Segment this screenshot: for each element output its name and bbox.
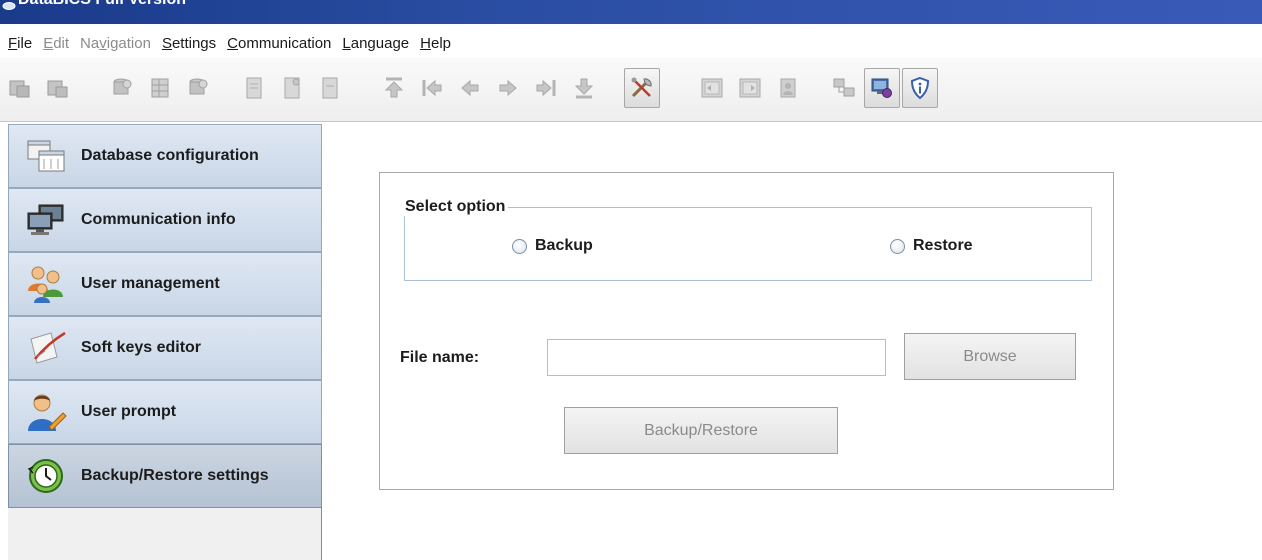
export-icon[interactable] — [732, 68, 768, 108]
sidebar-item-label: User prompt — [81, 403, 177, 420]
menu-edit[interactable]: Edit — [43, 35, 69, 52]
copy-record-icon[interactable] — [2, 68, 38, 108]
import-icon[interactable] — [694, 68, 730, 108]
tools-icon[interactable] — [624, 68, 660, 108]
feather-scroll-icon — [30, 331, 66, 364]
sidebar-item-database-configuration[interactable]: Database configuration — [8, 124, 322, 188]
sidebar-item-user-management[interactable]: User management — [8, 252, 322, 316]
paste-record-icon[interactable] — [40, 68, 76, 108]
last-record-icon[interactable] — [528, 68, 564, 108]
backup-restore-button[interactable]: Backup/Restore — [564, 407, 838, 454]
db-table-icon[interactable] — [142, 68, 178, 108]
window-title: DataBICS Full Version — [18, 0, 186, 9]
users-icon — [28, 266, 63, 303]
db-remove-icon[interactable] — [180, 68, 216, 108]
computers-icon — [27, 204, 64, 235]
restore-radio-label: Restore — [913, 237, 973, 254]
sidebar-item-label: Communication info — [81, 211, 236, 228]
sidebar-item-user-prompt[interactable]: User prompt — [8, 380, 322, 444]
menu-language[interactable]: Language — [342, 35, 409, 52]
sidebar-item-label: User management — [81, 275, 220, 292]
backup-radio[interactable]: Backup — [512, 237, 593, 255]
radio-indicator — [890, 238, 905, 254]
sidebar-item-label: Database configuration — [81, 147, 259, 164]
doc-edit-icon[interactable] — [274, 68, 310, 108]
doc-delete-icon[interactable] — [312, 68, 348, 108]
prev-record-icon[interactable] — [452, 68, 488, 108]
menu-navigation[interactable]: Navigation — [80, 35, 151, 52]
user-doc-icon[interactable] — [770, 68, 806, 108]
doc-new-icon[interactable] — [236, 68, 272, 108]
database-config-icon — [27, 140, 65, 172]
sidebar-item-soft-keys-editor[interactable]: Soft keys editor — [8, 316, 322, 380]
sidebar-item-label: Soft keys editor — [81, 339, 202, 356]
radio-indicator — [512, 238, 527, 254]
download-icon[interactable] — [566, 68, 602, 108]
file-name-input[interactable] — [547, 339, 886, 376]
sidebar-item-communication-info[interactable]: Communication info — [8, 188, 322, 252]
browse-button[interactable]: Browse — [904, 333, 1076, 380]
prev-page-icon[interactable] — [414, 68, 450, 108]
select-option-group: Backup Restore — [404, 207, 1092, 281]
sidebar-item-backup-restore-settings[interactable]: Backup/Restore settings — [8, 444, 322, 508]
backup-restore-panel: Backup Restore Select option File name: … — [379, 172, 1114, 490]
app-icon — [2, 2, 16, 10]
restore-radio[interactable]: Restore — [890, 237, 973, 255]
first-record-icon[interactable] — [376, 68, 412, 108]
next-record-icon[interactable] — [490, 68, 526, 108]
menu-communication[interactable]: Communication — [227, 35, 331, 52]
shield-info-icon[interactable] — [902, 68, 938, 108]
file-name-label: File name: — [400, 349, 480, 366]
title-bar: DataBICS Full Version — [0, 0, 1262, 24]
toolbar — [0, 58, 1262, 122]
sidebar: Database configuration Communication inf… — [8, 124, 322, 560]
display-settings-icon[interactable] — [864, 68, 900, 108]
menu-help[interactable]: Help — [420, 35, 451, 52]
network-icon[interactable] — [826, 68, 862, 108]
user-edit-icon — [28, 394, 67, 431]
select-option-legend: Select option — [402, 198, 509, 216]
menu-bar: File Edit Navigation Settings Communicat… — [0, 30, 1262, 56]
sidebar-item-label: Backup/Restore settings — [81, 467, 269, 484]
db-add-icon[interactable] — [104, 68, 140, 108]
menu-settings[interactable]: Settings — [162, 35, 216, 52]
backup-radio-label: Backup — [535, 237, 593, 254]
restore-clock-icon — [27, 459, 63, 493]
menu-file[interactable]: File — [8, 35, 32, 52]
